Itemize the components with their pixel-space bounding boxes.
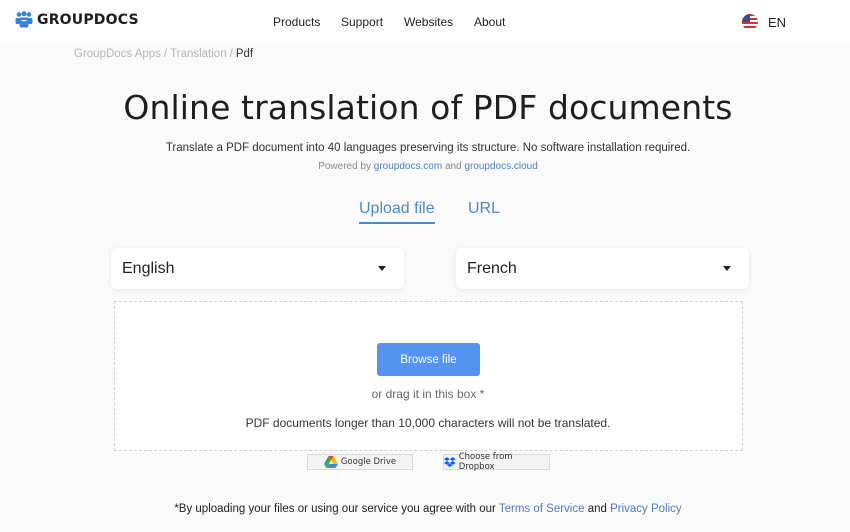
breadcrumb-groupdocs-apps[interactable]: GroupDocs Apps (74, 48, 161, 60)
chevron-down-icon (378, 266, 386, 271)
google-drive-icon (323, 456, 338, 468)
breadcrumb-separator: / (229, 48, 233, 60)
terms-notice-and: and (587, 503, 607, 515)
google-drive-label: Google Drive (340, 457, 397, 467)
breadcrumb-current: Pdf (235, 48, 254, 60)
nav-support[interactable]: Support (341, 15, 383, 29)
source-language-select[interactable]: English (111, 248, 404, 289)
us-flag-icon (742, 14, 758, 30)
target-language-value: French (467, 259, 517, 277)
groupdocs-cloud-link[interactable]: groupdocs.cloud (464, 161, 537, 172)
powered-by: Powered by groupdocs.com and groupdocs.c… (0, 161, 850, 172)
google-drive-button[interactable]: Google Drive (307, 454, 413, 470)
language-code: EN (768, 14, 787, 30)
target-language-select[interactable]: French (456, 248, 749, 289)
tab-url[interactable]: URL (468, 200, 500, 222)
nav-products[interactable]: Products (273, 15, 320, 29)
header: GROUPDOCS Products Support Websites Abou… (0, 0, 850, 44)
character-limit-note: PDF documents longer than 10,000 charact… (245, 416, 611, 430)
privacy-policy-link[interactable]: Privacy Policy (610, 503, 682, 515)
dropbox-icon (444, 457, 456, 467)
powered-prefix: Powered by (318, 161, 371, 172)
drag-hint: or drag it in this box * (371, 387, 485, 401)
terms-notice-prefix: *By uploading your files or using our se… (174, 503, 496, 515)
breadcrumb: GroupDocs Apps / Translation / Pdf (74, 48, 253, 60)
breadcrumb-translation[interactable]: Translation (170, 48, 226, 60)
tab-upload-file[interactable]: Upload file (359, 200, 435, 224)
breadcrumb-separator: / (163, 48, 168, 60)
groupdocs-logo-icon (15, 11, 33, 28)
page-subtitle: Translate a PDF document into 40 languag… (165, 142, 691, 154)
source-language-value: English (122, 259, 175, 277)
dropbox-label: Choose from Dropbox (458, 452, 513, 472)
powered-and: and (444, 161, 462, 172)
groupdocs-logo[interactable]: GROUPDOCS (15, 11, 139, 28)
terms-notice: *By uploading your files or using our se… (0, 503, 850, 515)
page-title: Online translation of PDF documents (123, 88, 733, 127)
browse-file-button[interactable]: Browse file (377, 343, 480, 376)
terms-of-service-link[interactable]: Terms of Service (499, 503, 585, 515)
nav-about[interactable]: About (474, 15, 505, 29)
dropbox-button[interactable]: Choose from Dropbox (443, 452, 550, 472)
groupdocs-com-link[interactable]: groupdocs.com (374, 161, 442, 172)
chevron-down-icon (723, 266, 731, 271)
logo-text: GROUPDOCS (37, 11, 139, 28)
nav-websites[interactable]: Websites (404, 15, 453, 29)
language-selector[interactable]: EN (742, 14, 786, 30)
